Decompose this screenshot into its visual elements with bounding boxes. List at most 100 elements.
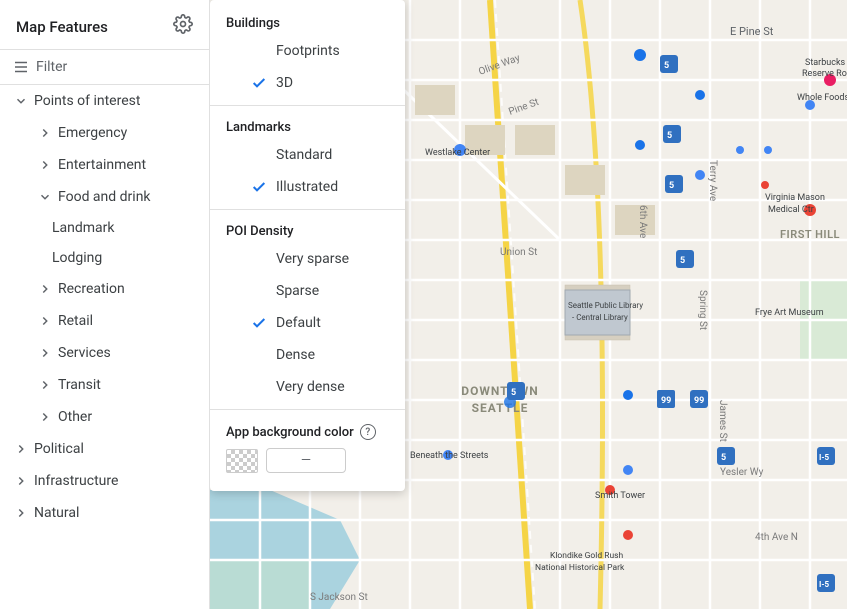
very-dense-option[interactable]: Very dense bbox=[210, 371, 405, 403]
divider bbox=[210, 209, 405, 210]
app-bg-label: App background color ? bbox=[226, 424, 389, 440]
sidebar-item-natural[interactable]: Natural bbox=[0, 497, 209, 529]
sidebar-item-political[interactable]: Political bbox=[0, 433, 209, 465]
sparse-option[interactable]: Sparse bbox=[210, 275, 405, 307]
buildings-section-title: Buildings bbox=[210, 8, 405, 35]
illustrated-option[interactable]: Illustrated bbox=[210, 171, 405, 203]
chevron-icon bbox=[36, 280, 54, 298]
sidebar-header: Map Features bbox=[0, 0, 209, 50]
check-placeholder bbox=[250, 250, 268, 268]
illustrated-label: Illustrated bbox=[276, 179, 338, 195]
landmarks-section-title: Landmarks bbox=[210, 112, 405, 139]
svg-text:Spring St: Spring St bbox=[697, 290, 708, 330]
sidebar-item-label: Transit bbox=[58, 377, 101, 393]
svg-text:E Pine St: E Pine St bbox=[730, 25, 774, 38]
svg-text:Frye Art Museum: Frye Art Museum bbox=[755, 308, 824, 318]
svg-text:6th Ave: 6th Ave bbox=[637, 205, 648, 238]
chevron-icon bbox=[36, 344, 54, 362]
svg-text:Smith Tower: Smith Tower bbox=[595, 491, 645, 501]
sidebar-item-label: Points of interest bbox=[34, 93, 140, 109]
dense-option[interactable]: Dense bbox=[210, 339, 405, 371]
sidebar-item-label: Infrastructure bbox=[34, 473, 118, 489]
filter-label: Filter bbox=[36, 59, 67, 75]
check-placeholder bbox=[250, 346, 268, 364]
sidebar-item-label: Services bbox=[58, 345, 111, 361]
check-placeholder bbox=[250, 42, 268, 60]
svg-text:99: 99 bbox=[694, 396, 704, 406]
sidebar-item-services[interactable]: Services bbox=[0, 337, 209, 369]
poi-density-section-title: POI Density bbox=[210, 216, 405, 243]
chevron-icon bbox=[12, 92, 30, 110]
footprints-label: Footprints bbox=[276, 43, 340, 59]
svg-text:Terry Ave: Terry Ave bbox=[707, 160, 718, 201]
divider bbox=[210, 409, 405, 410]
sidebar-item-other[interactable]: Other bbox=[0, 401, 209, 433]
density-label: Default bbox=[276, 315, 321, 331]
svg-text:Yesler Wy: Yesler Wy bbox=[720, 467, 764, 478]
standard-option[interactable]: Standard bbox=[210, 139, 405, 171]
app-bg-text: App background color bbox=[226, 425, 354, 440]
check-icon bbox=[250, 314, 268, 332]
very-sparse-option[interactable]: Very sparse bbox=[210, 243, 405, 275]
svg-text:Starbucks: Starbucks bbox=[805, 58, 846, 68]
sidebar-item-label: Recreation bbox=[58, 281, 125, 297]
svg-text:Beneath the Streets: Beneath the Streets bbox=[410, 451, 489, 461]
standard-label: Standard bbox=[276, 147, 332, 163]
sidebar-item-recreation[interactable]: Recreation bbox=[0, 273, 209, 305]
svg-text:Reserve Roastery: Reserve Roastery bbox=[802, 69, 847, 79]
svg-text:S Jackson St: S Jackson St bbox=[310, 592, 368, 603]
dropdown-panel: Buildings Footprints 3D Landmarks Standa… bbox=[210, 0, 405, 491]
sidebar-item-infrastructure[interactable]: Infrastructure bbox=[0, 465, 209, 497]
sidebar-item-label: Political bbox=[34, 441, 84, 457]
sidebar-tree: Points of interest Emergency Entertainme… bbox=[0, 85, 209, 529]
svg-text:Seattle Public Library: Seattle Public Library bbox=[568, 301, 643, 310]
svg-text:- Central Library: - Central Library bbox=[572, 313, 628, 322]
svg-text:5: 5 bbox=[511, 388, 516, 398]
chevron-icon bbox=[36, 312, 54, 330]
svg-text:Union St: Union St bbox=[500, 247, 537, 258]
svg-text:SEATTLE: SEATTLE bbox=[472, 401, 529, 415]
divider bbox=[210, 105, 405, 106]
sidebar: Map Features Filter Points of interest E… bbox=[0, 0, 210, 609]
default-option[interactable]: Default bbox=[210, 307, 405, 339]
filter-bar[interactable]: Filter bbox=[0, 50, 209, 85]
check-placeholder bbox=[250, 146, 268, 164]
sidebar-item-lodging[interactable]: Lodging bbox=[0, 243, 209, 273]
sidebar-item-retail[interactable]: Retail bbox=[0, 305, 209, 337]
three-d-option[interactable]: 3D bbox=[210, 67, 405, 99]
gear-icon[interactable] bbox=[173, 14, 193, 39]
svg-text:DOWNTOWN: DOWNTOWN bbox=[461, 384, 538, 398]
chevron-icon bbox=[36, 124, 54, 142]
page-title: Map Features bbox=[16, 18, 108, 36]
svg-text:5: 5 bbox=[680, 256, 685, 266]
sidebar-item-points-of-interest[interactable]: Points of interest bbox=[0, 85, 209, 117]
chevron-icon bbox=[36, 188, 54, 206]
sidebar-item-transit[interactable]: Transit bbox=[0, 369, 209, 401]
density-label: Very sparse bbox=[276, 251, 349, 267]
chevron-icon bbox=[12, 472, 30, 490]
svg-text:5: 5 bbox=[669, 181, 674, 191]
sidebar-item-label: Natural bbox=[34, 505, 79, 521]
color-input[interactable]: — bbox=[266, 448, 346, 473]
three-d-label: 3D bbox=[276, 75, 293, 91]
chevron-icon bbox=[12, 440, 30, 458]
sidebar-item-entertainment[interactable]: Entertainment bbox=[0, 149, 209, 181]
sidebar-item-label: Food and drink bbox=[58, 189, 151, 205]
density-label: Very dense bbox=[276, 379, 345, 395]
sidebar-item-landmark[interactable]: Landmark bbox=[0, 213, 209, 243]
density-label: Dense bbox=[276, 347, 315, 363]
check-placeholder bbox=[250, 282, 268, 300]
footprints-option[interactable]: Footprints bbox=[210, 35, 405, 67]
sidebar-item-label: Retail bbox=[58, 313, 93, 329]
help-icon[interactable]: ? bbox=[360, 424, 376, 440]
checkerboard-icon[interactable] bbox=[226, 449, 258, 473]
svg-text:4th Ave N: 4th Ave N bbox=[755, 532, 798, 543]
check-icon bbox=[250, 178, 268, 196]
sidebar-item-emergency[interactable]: Emergency bbox=[0, 117, 209, 149]
sidebar-item-food-and-drink[interactable]: Food and drink bbox=[0, 181, 209, 213]
chevron-icon bbox=[36, 408, 54, 426]
svg-text:Medical Ctr: Medical Ctr bbox=[768, 205, 814, 215]
chevron-icon bbox=[12, 504, 30, 522]
sidebar-item-label: Emergency bbox=[58, 125, 127, 141]
map-area[interactable]: E Pine St Olive Way Pine St Terry Ave Un… bbox=[210, 0, 847, 609]
